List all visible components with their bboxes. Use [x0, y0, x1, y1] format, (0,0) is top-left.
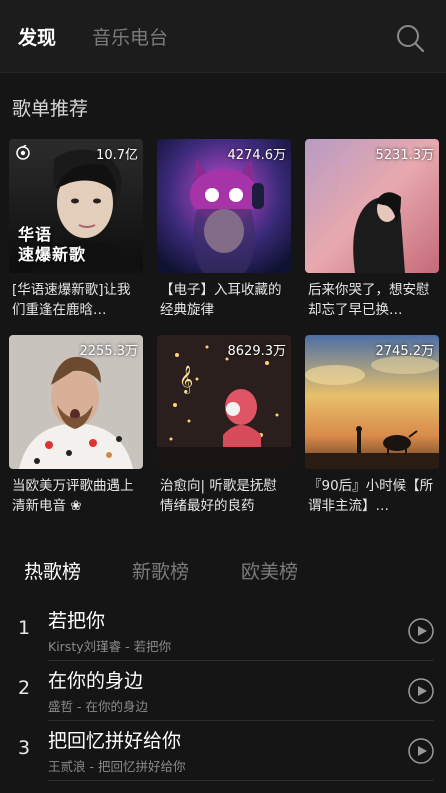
playlist-card[interactable]: 5231.3万 后来你哭了，想安慰却忘了早已换… [305, 139, 439, 320]
playlist-card[interactable]: 4274.6万 【电子】入耳收藏的经典旋律 [157, 139, 291, 320]
song-row[interactable]: 3 把回忆拼好给你 王贰浪 - 把回忆拼好给你 [0, 721, 446, 781]
playlist-cover: 𝄞 8629.3万 [157, 335, 291, 469]
radio-icon [15, 145, 31, 161]
playlist-card[interactable]: 2255.3万 当欧美万评歌曲遇上清新电音 ❀ [9, 335, 143, 516]
song-row[interactable]: 1 若把你 Kirsty刘瑾睿 - 若把你 [0, 601, 446, 661]
tab-music-radio[interactable]: 音乐电台 [92, 25, 168, 51]
chart-tabs: 热歌榜 新歌榜 欧美榜 [0, 559, 446, 589]
playlist-caption: 【电子】入耳收藏的经典旋律 [160, 282, 282, 318]
play-count: 5231.3万 [375, 148, 435, 163]
song-rank: 3 [18, 737, 31, 759]
play-icon[interactable] [408, 618, 434, 644]
playlist-caption: 当欧美万评歌曲遇上清新电音 ❀ [12, 478, 134, 514]
playlist-caption: 后来你哭了，想安慰却忘了早已换… [308, 282, 430, 318]
playlist-cover: 5231.3万 [305, 139, 439, 273]
play-count: 8629.3万 [227, 344, 287, 359]
playlist-cover: 4274.6万 [157, 139, 291, 273]
section-title: 歌单推荐 [12, 98, 89, 120]
tab-discover[interactable]: 发现 [18, 25, 56, 51]
tab-western-songs[interactable]: 欧美榜 [241, 559, 298, 585]
divider [48, 780, 434, 781]
play-count: 10.7亿 [96, 148, 138, 163]
song-rank: 2 [18, 677, 31, 699]
playlist-cover: 2255.3万 [9, 335, 143, 469]
cover-overlay-label: 华语 速爆新歌 [18, 225, 87, 264]
song-artist: Kirsty刘瑾睿 - 若把你 [48, 639, 172, 654]
top-bar: 发现 音乐电台 [0, 0, 446, 73]
song-title: 把回忆拼好给你 [48, 730, 182, 752]
song-title: 在你的身边 [48, 670, 144, 692]
song-rank: 1 [18, 617, 31, 639]
playlist-card[interactable]: 10.7亿 华语 速爆新歌 [华语速爆新歌]让我们重逢在鹿晗… [9, 139, 143, 320]
playlist-caption: 治愈向| 听歌是抚慰情绪最好的良药 [160, 478, 277, 514]
play-icon[interactable] [408, 738, 434, 764]
search-icon[interactable] [394, 22, 426, 54]
svg-text:𝄞: 𝄞 [179, 365, 193, 394]
play-count: 4274.6万 [227, 148, 287, 163]
playlist-card[interactable]: 𝄞 8629.3万 治愈向| 听歌是抚慰情绪最好的良药 [157, 335, 291, 516]
playlist-cover: 10.7亿 华语 速爆新歌 [9, 139, 143, 273]
song-row[interactable]: 2 在你的身边 盛哲 - 在你的身边 [0, 661, 446, 721]
play-count: 2745.2万 [375, 344, 435, 359]
song-artist: 王贰浪 - 把回忆拼好给你 [48, 759, 186, 774]
playlist-card[interactable]: 2745.2万 『90后』小时候【所谓非主流】… [305, 335, 439, 516]
song-title: 若把你 [48, 610, 106, 632]
playlist-caption: [华语速爆新歌]让我们重逢在鹿晗… [12, 282, 131, 318]
play-icon[interactable] [408, 678, 434, 704]
playlist-cover: 2745.2万 [305, 335, 439, 469]
song-artist: 盛哲 - 在你的身边 [48, 699, 148, 714]
tab-new-songs[interactable]: 新歌榜 [132, 559, 189, 585]
tab-hot-songs[interactable]: 热歌榜 [24, 559, 81, 585]
play-count: 2255.3万 [79, 344, 139, 359]
playlist-caption: 『90后』小时候【所谓非主流】… [308, 478, 434, 514]
